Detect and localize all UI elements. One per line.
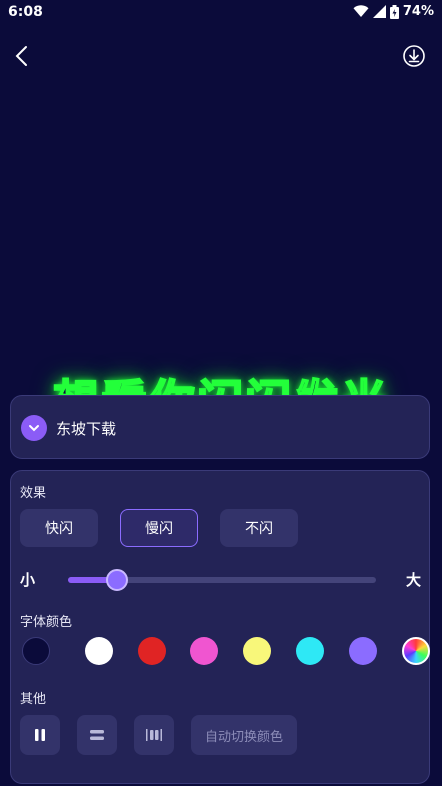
pause-button[interactable] <box>20 715 60 755</box>
color-swatches <box>21 637 430 669</box>
color-swatch-yellow[interactable] <box>243 637 271 665</box>
download-button[interactable] <box>402 44 426 68</box>
auto-color-switch-button[interactable]: 自动切换颜色 <box>191 715 297 755</box>
font-name: 东坡下载 <box>56 420 117 438</box>
effect-slow-flash-button[interactable]: 慢闪 <box>120 509 198 547</box>
color-swatch-cyan[interactable] <box>296 637 324 665</box>
chevron-down-icon <box>29 425 39 432</box>
size-slider[interactable] <box>68 569 376 591</box>
font-card[interactable]: 东坡下载 <box>10 395 430 459</box>
horizontal-layout-button[interactable] <box>77 715 117 755</box>
color-swatch-pink[interactable] <box>190 637 218 665</box>
effect-fast-flash-button[interactable]: 快闪 <box>20 509 98 547</box>
vertical-layout-button[interactable] <box>134 715 174 755</box>
font-color-label: 字体颜色 <box>20 615 73 630</box>
horizontal-lines-icon <box>90 730 104 740</box>
signal-icon <box>372 5 386 18</box>
effect-label: 效果 <box>20 486 47 501</box>
size-min-label: 小 <box>20 571 36 589</box>
chevron-left-icon <box>15 46 27 66</box>
effect-no-flash-button[interactable]: 不闪 <box>220 509 298 547</box>
back-button[interactable] <box>12 44 34 68</box>
vertical-scroll-icon <box>146 729 162 741</box>
color-swatch-purple[interactable] <box>349 637 377 665</box>
settings-panel: 效果 快闪 慢闪 不闪 小 大 字体颜色 其他 自动切换颜色 <box>10 470 430 784</box>
status-bar: 6:08 74% <box>0 0 442 26</box>
size-max-label: 大 <box>406 571 422 589</box>
color-swatch-red[interactable] <box>138 637 166 665</box>
pause-icon <box>35 729 45 741</box>
other-label: 其他 <box>20 692 47 707</box>
battery-icon <box>389 4 399 19</box>
size-slider-thumb[interactable] <box>106 569 129 591</box>
battery-level: 74% <box>402 4 434 19</box>
color-swatch-rainbow[interactable] <box>402 637 430 665</box>
status-time: 6:08 <box>8 4 43 20</box>
wifi-icon <box>353 5 369 18</box>
color-swatch-white[interactable] <box>85 637 113 665</box>
download-icon <box>403 45 425 67</box>
expand-button[interactable] <box>21 415 47 441</box>
color-swatch-navy[interactable] <box>22 637 50 665</box>
status-icons: 74% <box>353 4 434 19</box>
